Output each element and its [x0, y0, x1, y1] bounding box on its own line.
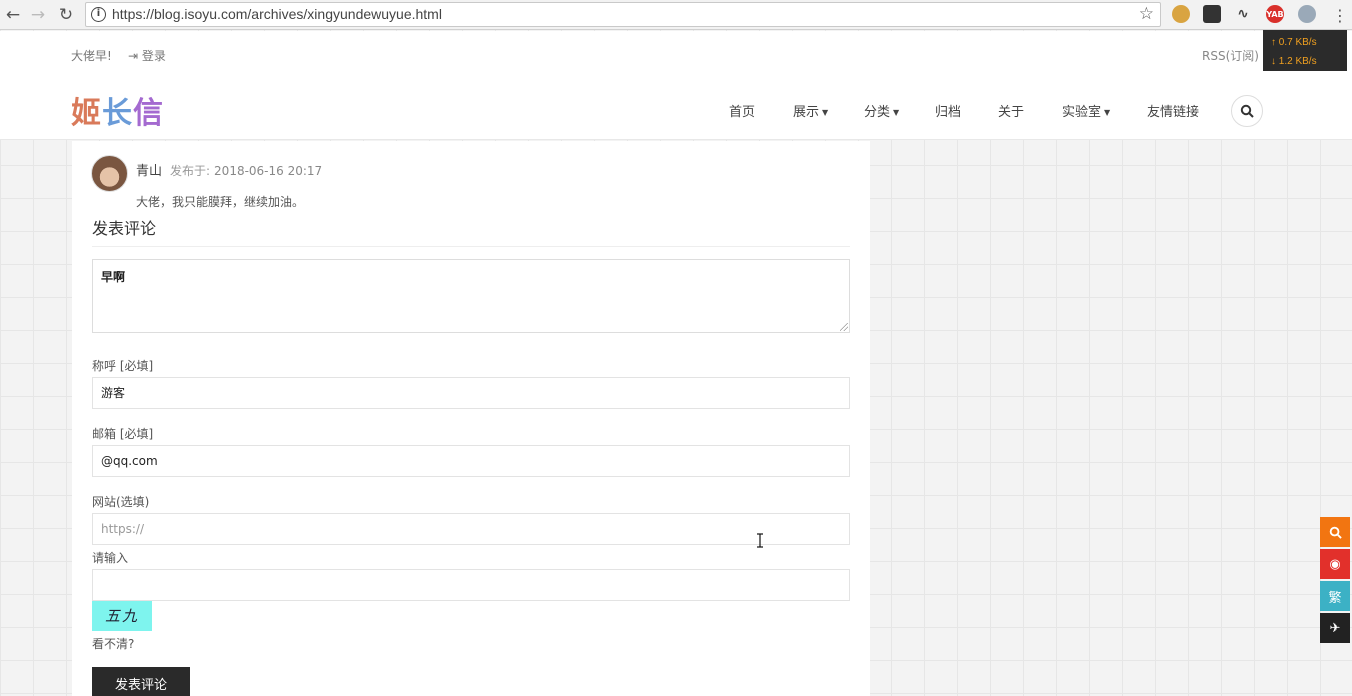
globe-icon[interactable]: [1298, 5, 1316, 23]
email-label: 邮箱 [必填]: [92, 427, 154, 441]
nav-lab[interactable]: 实验室 ▼: [1062, 101, 1110, 120]
forward-icon[interactable]: →: [27, 4, 49, 26]
captcha-image[interactable]: 五九: [92, 601, 152, 631]
comment-meta: 发布于: 2018-06-16 20:17: [170, 162, 322, 179]
captcha-label: 请输入: [92, 551, 129, 565]
traditional-label: 繁: [1328, 590, 1342, 606]
float-top-button[interactable]: ✈: [1320, 613, 1350, 643]
float-weibo-button[interactable]: ◉: [1320, 549, 1350, 579]
rss-link[interactable]: RSS(订阅): [1202, 47, 1259, 64]
nav-category[interactable]: 分类 ▼: [864, 101, 899, 120]
search-icon: [1240, 104, 1254, 118]
website-label: 网站(选填): [92, 495, 150, 509]
pulse-icon[interactable]: ∿: [1234, 5, 1252, 23]
comment-author[interactable]: 青山: [136, 160, 162, 179]
resize-grip-icon[interactable]: [840, 323, 848, 331]
logo-char: 信: [133, 96, 164, 131]
caret-down-icon: ▼: [822, 108, 829, 117]
yab-icon[interactable]: YAB: [1266, 5, 1284, 23]
cookie-icon[interactable]: [1172, 5, 1190, 23]
float-traditional-button[interactable]: 繁: [1320, 581, 1350, 611]
nav-showcase[interactable]: 展示 ▼: [793, 101, 828, 120]
comment-form-title: 发表评论: [92, 219, 157, 238]
nav-links[interactable]: 友情链接: [1147, 101, 1199, 120]
nav-about[interactable]: 关于: [998, 101, 1024, 120]
site-logo[interactable]: 姬长信: [71, 88, 164, 132]
airplane-icon: ✈: [1329, 620, 1341, 636]
weibo-icon: ◉: [1329, 556, 1341, 572]
logo-char: 长: [102, 96, 133, 131]
nav-lab-label: 实验室: [1062, 105, 1102, 120]
back-icon[interactable]: ←: [2, 4, 24, 26]
bookmark-star-icon[interactable]: ☆: [1139, 4, 1154, 24]
comment-body: 大佬，我只能膜拜，继续加油。: [136, 195, 305, 209]
search-icon: [1329, 526, 1342, 539]
comment-textarea-value: 早啊: [101, 270, 126, 284]
float-search-button[interactable]: [1320, 517, 1350, 547]
name-field[interactable]: 游客: [92, 377, 850, 409]
nav-archive[interactable]: 归档: [935, 101, 961, 120]
caret-down-icon: ▼: [1104, 108, 1111, 117]
login-label: 登录: [141, 49, 166, 63]
website-field[interactable]: https://: [92, 513, 850, 545]
email-field[interactable]: @qq.com: [92, 445, 850, 477]
login-link[interactable]: ⇥ 登录: [128, 47, 166, 64]
browser-toolbar: ← → ↻ i https://blog.isoyu.com/archives/…: [0, 0, 1352, 30]
name-label: 称呼 [必填]: [92, 359, 154, 373]
comment-textarea[interactable]: 早啊: [92, 259, 850, 333]
divider: [92, 246, 850, 247]
site-info-icon[interactable]: i: [91, 7, 106, 22]
caret-down-icon: ▼: [893, 108, 900, 117]
download-speed: ↓ 1.2 KB/s: [1271, 56, 1317, 67]
login-icon: ⇥: [128, 49, 139, 63]
ghost-icon[interactable]: [1203, 5, 1221, 23]
comment-date: 2018-06-16 20:17: [214, 164, 323, 178]
header-search-button[interactable]: [1231, 95, 1263, 127]
upload-speed: ↑ 0.7 KB/s: [1271, 37, 1317, 48]
address-bar[interactable]: i https://blog.isoyu.com/archives/xingyu…: [85, 2, 1161, 27]
menu-kebab-icon[interactable]: ⋮: [1329, 4, 1351, 26]
avatar: [91, 155, 128, 192]
text-cursor-icon: [757, 533, 763, 548]
captcha-refresh-link[interactable]: 看不清?: [92, 635, 134, 652]
nav-showcase-label: 展示: [793, 105, 820, 120]
comment-section: 青山 发布于: 2018-06-16 20:17 大佬，我只能膜拜，继续加油。 发…: [72, 141, 870, 696]
submit-comment-button[interactable]: 发表评论: [92, 667, 190, 696]
captcha-field[interactable]: [92, 569, 850, 601]
nav-home[interactable]: 首页: [729, 101, 755, 120]
published-label: 发布于:: [170, 164, 211, 178]
site-header: 大佬早! ⇥ 登录 RSS(订阅) 姬长信 首页 展示 ▼ 分类 ▼ 归档 关于 实…: [0, 31, 1352, 140]
net-speed-widget: ↑ 0.7 KB/s ↓ 1.2 KB/s: [1263, 30, 1347, 71]
address-url[interactable]: https://blog.isoyu.com/archives/xingyund…: [112, 6, 442, 22]
greeting-text: 大佬早!: [71, 49, 112, 63]
reload-icon[interactable]: ↻: [55, 4, 77, 26]
logo-char: 姬: [71, 96, 102, 131]
nav-category-label: 分类: [864, 105, 891, 120]
